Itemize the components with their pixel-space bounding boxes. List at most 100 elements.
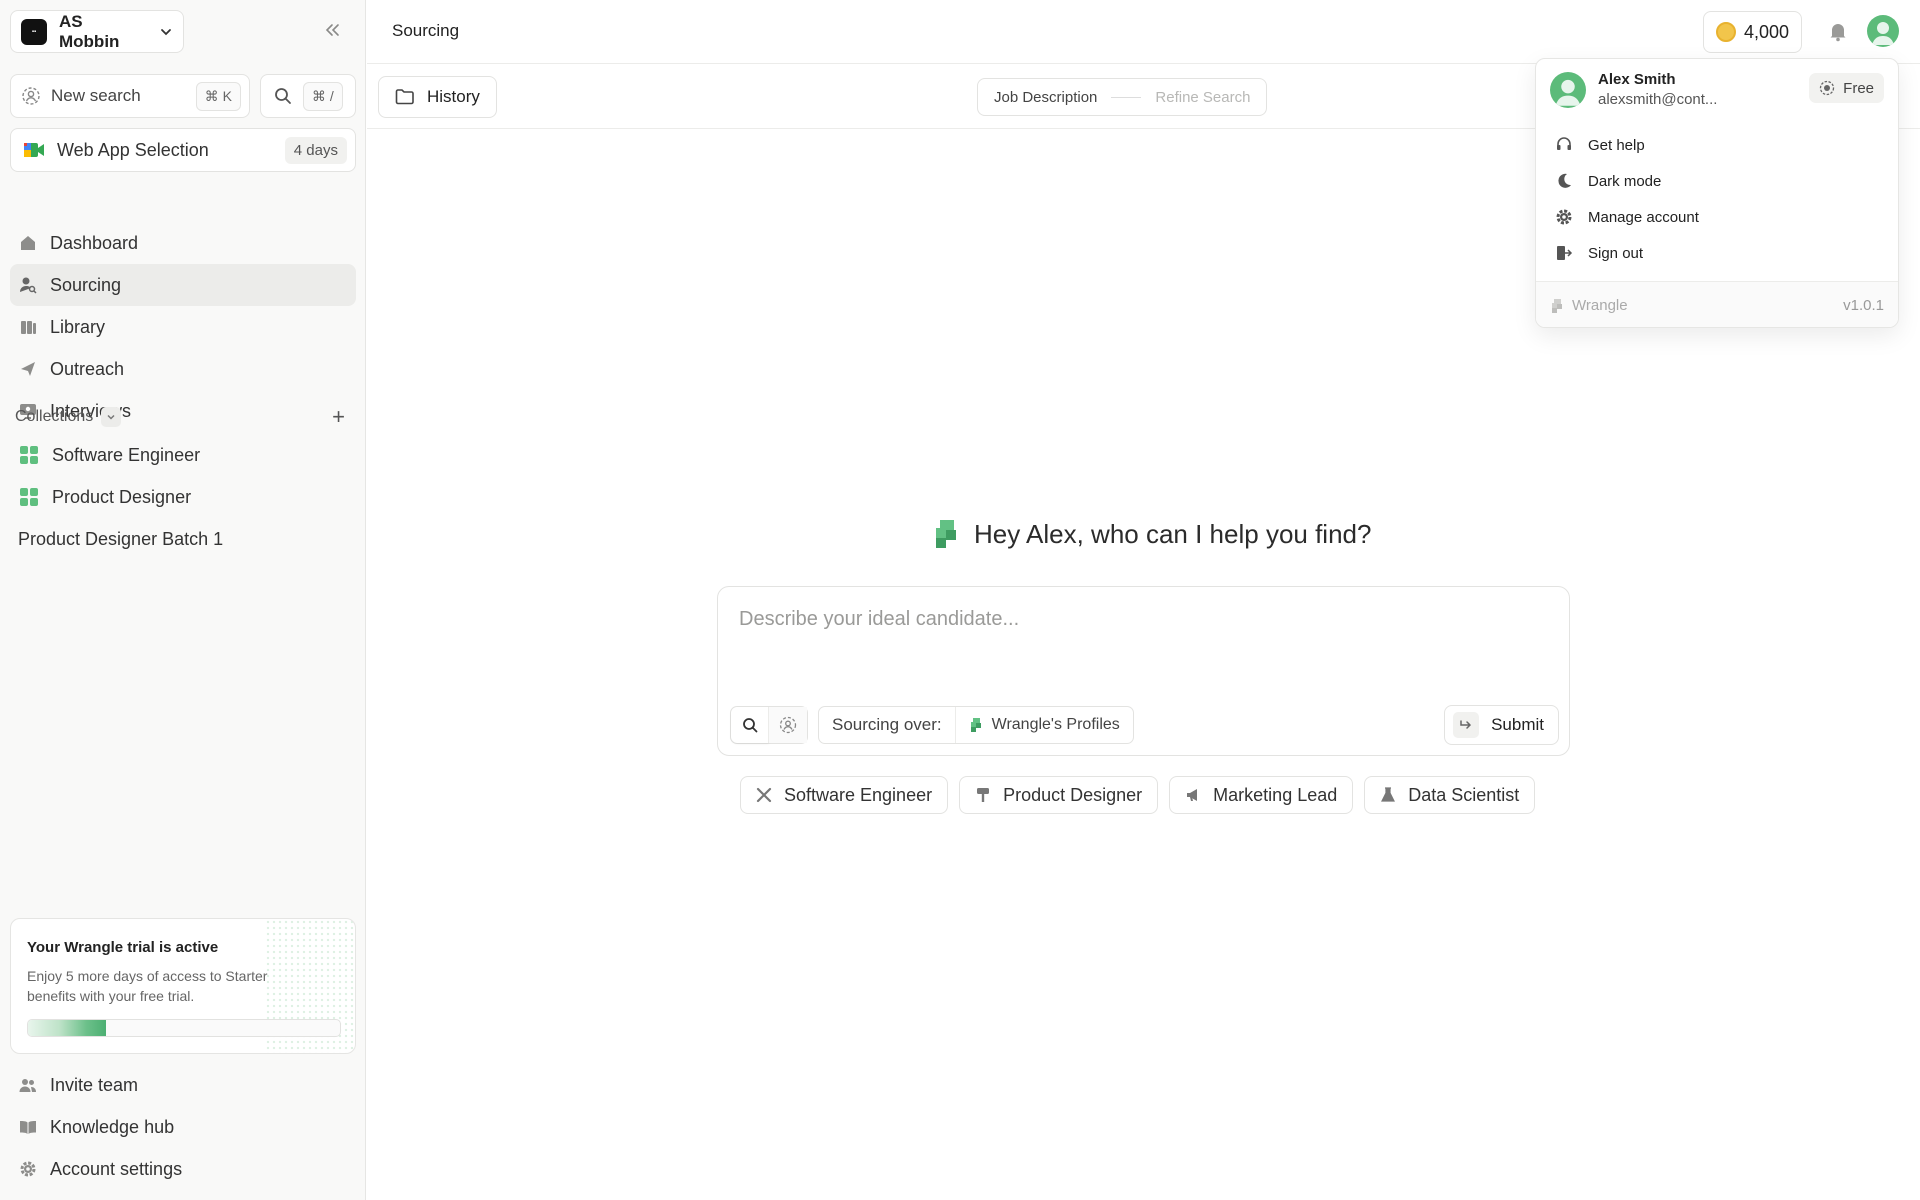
return-key-icon bbox=[1453, 712, 1480, 738]
plan-label: Free bbox=[1843, 79, 1874, 97]
menu-item-get-help[interactable]: Get help bbox=[1554, 127, 1699, 163]
user-name: Alex Smith bbox=[1598, 71, 1676, 88]
nav-label: Invite team bbox=[50, 1074, 139, 1095]
chip-software-engineer[interactable]: Software Engineer bbox=[740, 776, 949, 814]
step-job-description[interactable]: Job Description bbox=[994, 89, 1097, 106]
app-version: v1.0.1 bbox=[1843, 297, 1884, 314]
nav-item-knowledge-hub[interactable]: Knowledge hub bbox=[10, 1106, 356, 1148]
chevron-down-icon bbox=[159, 25, 173, 39]
plan-badge[interactable]: Free bbox=[1809, 73, 1884, 103]
chip-label: Data Scientist bbox=[1408, 784, 1520, 805]
sidebar: ▪▪ AS Mobbin New search ⌘ K ⌘ / Web App … bbox=[0, 0, 366, 1200]
step-divider bbox=[1111, 96, 1142, 98]
menu-item-dark-mode[interactable]: Dark mode bbox=[1554, 163, 1699, 199]
collection-grid-icon bbox=[20, 446, 38, 464]
tools-icon bbox=[756, 787, 772, 803]
chip-product-designer[interactable]: Product Designer bbox=[959, 776, 1159, 814]
history-button[interactable]: History bbox=[378, 76, 497, 118]
dashboard-icon bbox=[18, 233, 38, 253]
bottom-nav: Invite team Knowledge hub Account settin… bbox=[10, 1064, 356, 1190]
google-meet-icon bbox=[23, 140, 45, 160]
folder-icon bbox=[395, 88, 415, 106]
chip-label: Software Engineer bbox=[784, 784, 933, 805]
user-avatar-button[interactable] bbox=[1867, 15, 1899, 47]
search-mode-icon[interactable] bbox=[731, 707, 769, 743]
meeting-card[interactable]: Web App Selection 4 days bbox=[10, 128, 356, 172]
collection-item-product-designer-batch-1[interactable]: Product Designer Batch 1 bbox=[10, 518, 356, 560]
wrangle-logo-icon bbox=[969, 717, 983, 733]
prompt-placeholder[interactable]: Describe your ideal candidate... bbox=[739, 608, 1019, 631]
brush-icon bbox=[975, 787, 991, 803]
collections-toggle-chevron-icon[interactable] bbox=[101, 407, 122, 427]
nav-item-outreach[interactable]: Outreach bbox=[10, 348, 356, 390]
candidate-prompt-box[interactable]: Describe your ideal candidate... Sourcin… bbox=[717, 586, 1570, 756]
menu-footer: Wrangle v1.0.1 bbox=[1536, 281, 1898, 327]
collection-item-software-engineer[interactable]: Software Engineer bbox=[10, 434, 356, 476]
sourcing-over-selector[interactable]: Sourcing over: Wrangle's Profiles bbox=[818, 706, 1134, 744]
gear-icon bbox=[1554, 208, 1574, 226]
greeting: Hey Alex, who can I help you find? bbox=[932, 518, 1371, 550]
nav-item-sourcing[interactable]: Sourcing bbox=[10, 264, 356, 306]
workspace-switcher[interactable]: ▪▪ AS Mobbin bbox=[10, 10, 184, 53]
person-mode-icon[interactable] bbox=[769, 707, 807, 743]
main-nav: Dashboard Sourcing Library Outreach Inte… bbox=[10, 222, 356, 432]
search-steps: Job Description Refine Search bbox=[977, 78, 1268, 116]
new-search-label: New search bbox=[51, 86, 141, 105]
megaphone-icon bbox=[1185, 787, 1201, 803]
meeting-days-badge: 4 days bbox=[284, 136, 347, 164]
trial-progress-bar bbox=[27, 1019, 341, 1037]
nav-item-library[interactable]: Library bbox=[10, 306, 356, 348]
search-button[interactable]: ⌘ / bbox=[260, 74, 356, 118]
user-menu-dropdown: Alex Smith alexsmith@cont... Free Get he… bbox=[1535, 58, 1899, 328]
chip-label: Marketing Lead bbox=[1213, 784, 1338, 805]
greeting-text: Hey Alex, who can I help you find? bbox=[974, 518, 1372, 549]
headset-icon bbox=[1554, 136, 1574, 154]
collection-item-product-designer[interactable]: Product Designer bbox=[10, 476, 356, 518]
nav-item-dashboard[interactable]: Dashboard bbox=[10, 222, 356, 264]
collapse-sidebar-icon[interactable] bbox=[322, 20, 342, 40]
menu-item-sign-out[interactable]: Sign out bbox=[1554, 235, 1699, 271]
collection-label: Software Engineer bbox=[52, 444, 201, 465]
chip-data-scientist[interactable]: Data Scientist bbox=[1364, 776, 1536, 814]
user-email: alexsmith@cont... bbox=[1598, 91, 1718, 108]
brand-name: Wrangle bbox=[1572, 297, 1628, 314]
library-icon bbox=[18, 317, 38, 337]
user-avatar bbox=[1550, 71, 1586, 108]
bell-icon[interactable] bbox=[1827, 20, 1849, 42]
sign-out-icon bbox=[1554, 244, 1574, 262]
new-search-button[interactable]: New search ⌘ K bbox=[10, 74, 250, 118]
invite-team-icon bbox=[18, 1075, 38, 1095]
top-bar: Sourcing 4,000 bbox=[367, 0, 1920, 64]
wrangle-logo-icon bbox=[932, 518, 960, 550]
submit-label: Submit bbox=[1491, 715, 1544, 734]
menu-item-label: Dark mode bbox=[1588, 172, 1662, 190]
sourcing-over-value: Wrangle's Profiles bbox=[956, 716, 1133, 734]
user-info: Alex Smith alexsmith@cont... bbox=[1550, 71, 1717, 108]
collections-list: Software Engineer Product Designer Produ… bbox=[10, 434, 356, 560]
settings-icon bbox=[18, 1159, 38, 1179]
moon-icon bbox=[1554, 172, 1574, 190]
nav-item-account-settings[interactable]: Account settings bbox=[10, 1148, 356, 1190]
step-refine-search: Refine Search bbox=[1155, 88, 1251, 106]
nav-label: Sourcing bbox=[50, 274, 122, 295]
meeting-label: Web App Selection bbox=[57, 139, 209, 160]
menu-item-manage-account[interactable]: Manage account bbox=[1554, 199, 1699, 235]
page-title: Sourcing bbox=[392, 21, 460, 40]
trial-card[interactable]: Your Wrangle trial is active Enjoy 5 mor… bbox=[10, 918, 356, 1054]
nav-label: Account settings bbox=[50, 1158, 183, 1179]
workspace-logo-icon: ▪▪ bbox=[21, 18, 47, 45]
nav-item-invite-team[interactable]: Invite team bbox=[10, 1064, 356, 1106]
trial-progress-fill bbox=[28, 1020, 106, 1036]
search-shortcut: ⌘ / bbox=[303, 81, 343, 111]
chip-marketing-lead[interactable]: Marketing Lead bbox=[1169, 776, 1354, 814]
add-collection-plus-icon[interactable]: + bbox=[332, 406, 345, 428]
nav-label: Knowledge hub bbox=[50, 1116, 175, 1137]
workspace-name: AS Mobbin bbox=[59, 11, 120, 51]
credits-badge[interactable]: 4,000 bbox=[1703, 11, 1803, 53]
submit-button[interactable]: Submit bbox=[1444, 705, 1559, 745]
knowledge-hub-icon bbox=[18, 1117, 38, 1137]
suggestion-chips: Software Engineer Product Designer Marke… bbox=[740, 776, 1536, 814]
credits-value: 4,000 bbox=[1744, 21, 1790, 42]
search-icon bbox=[273, 86, 293, 106]
search-mode-toggle bbox=[730, 706, 808, 744]
